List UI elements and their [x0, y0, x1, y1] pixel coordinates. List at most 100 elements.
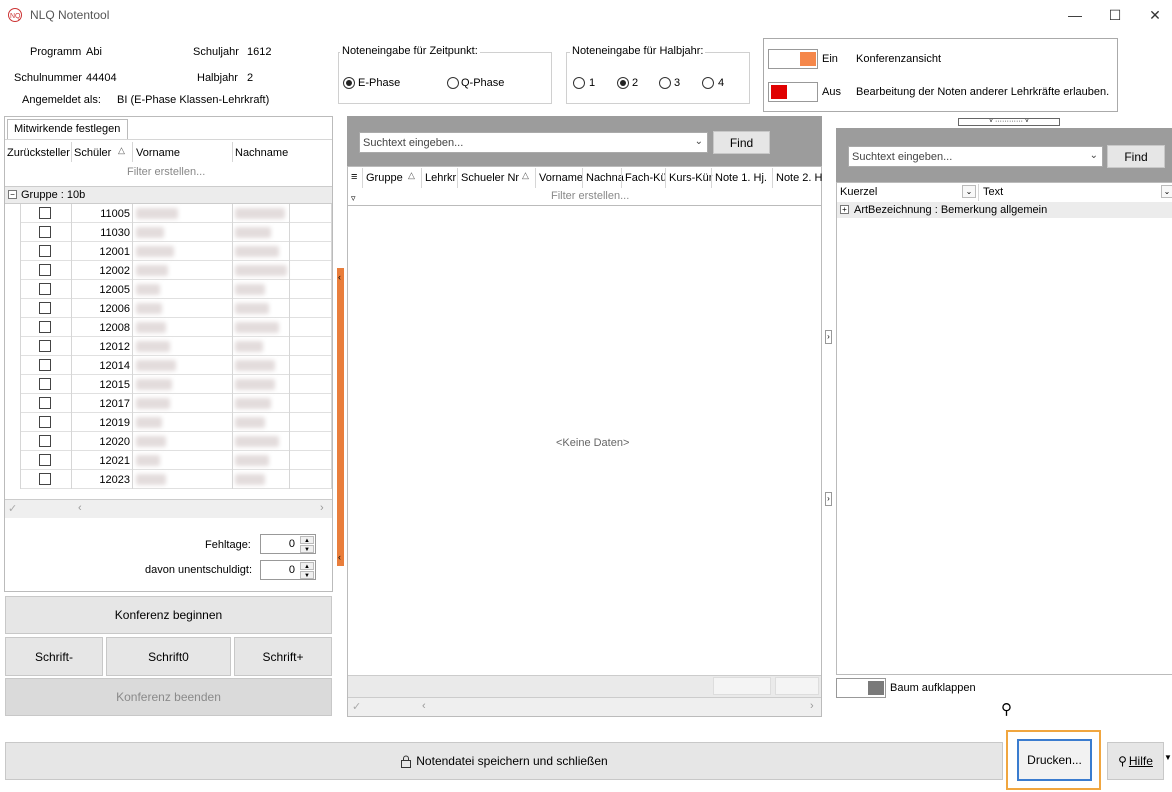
minimize-button[interactable]: — [1060, 4, 1090, 26]
table-row[interactable] [20, 280, 332, 299]
spin-up-icon[interactable]: ▲ [300, 536, 314, 544]
middle-scrollbar[interactable] [348, 697, 821, 716]
collapse-left-icon[interactable]: ‹ [338, 272, 341, 282]
expand-right-icon[interactable]: › [825, 330, 832, 344]
table-row[interactable] [20, 223, 332, 242]
radio-q-phase[interactable] [447, 77, 459, 89]
schrift-plus-button[interactable]: Schrift+ [234, 637, 332, 676]
column-chooser-icon[interactable]: ≡ [351, 171, 357, 183]
col-nachname[interactable]: Nachna [586, 172, 624, 184]
zuruecksteller-checkbox[interactable] [39, 226, 51, 238]
spin-down-icon[interactable]: ▼ [300, 571, 314, 579]
unentschuldigt-spinner[interactable]: 0 ▲ ▼ [260, 560, 316, 580]
radio-hj-2-label[interactable]: 2 [632, 77, 638, 89]
table-row[interactable] [20, 451, 332, 470]
scroll-right-icon[interactable]: › [810, 700, 814, 712]
table-row[interactable] [20, 432, 332, 451]
konferenz-toggle[interactable] [768, 49, 818, 69]
help-icon[interactable]: ⚲ [1001, 700, 1012, 718]
table-row[interactable] [20, 356, 332, 375]
table-row[interactable] [20, 413, 332, 432]
zuruecksteller-checkbox[interactable] [39, 416, 51, 428]
radio-hj-4-label[interactable]: 4 [718, 77, 724, 89]
radio-e-phase[interactable] [343, 77, 355, 89]
table-row[interactable] [20, 299, 332, 318]
scroll-right-icon[interactable]: › [320, 502, 324, 514]
left-scrollbar[interactable] [5, 499, 332, 518]
schrift-minus-button[interactable]: Schrift- [5, 637, 103, 676]
zuruecksteller-checkbox[interactable] [39, 454, 51, 466]
col-vorname[interactable]: Vorname [136, 147, 180, 159]
collapse-icon[interactable]: − [8, 190, 17, 199]
filter-icon[interactable]: ▿ [351, 193, 356, 204]
col-note-2-hj[interactable]: Note 2. H [776, 172, 822, 184]
chevron-down-icon[interactable]: ⌄ [695, 136, 703, 147]
table-row[interactable] [20, 337, 332, 356]
zuruecksteller-checkbox[interactable] [39, 245, 51, 257]
collapse-left-icon[interactable]: ‹ [338, 552, 341, 562]
col-schueler-nr[interactable]: Schueler Nr [461, 172, 519, 184]
zuruecksteller-checkbox[interactable] [39, 397, 51, 409]
middle-filter-row[interactable]: Filter erstellen... [551, 190, 629, 202]
radio-e-phase-label[interactable]: E-Phase [358, 77, 400, 89]
scroll-left-icon[interactable]: ‹ [422, 700, 426, 712]
col-kuerzel[interactable]: Kuerzel [840, 186, 877, 198]
konferenz-beginnen-button[interactable]: Konferenz beginnen [5, 596, 332, 634]
col-note-1-hj[interactable]: Note 1. Hj. [715, 172, 767, 184]
drucken-button[interactable]: Drucken... [1017, 739, 1092, 781]
radio-hj-4[interactable] [702, 77, 714, 89]
middle-search-input[interactable]: Suchtext eingeben... ⌄ [359, 132, 708, 153]
zuruecksteller-checkbox[interactable] [39, 435, 51, 447]
spin-down-icon[interactable]: ▼ [300, 545, 314, 553]
col-fach-kuerzel[interactable]: Fach-Kü [625, 172, 667, 184]
right-search-input[interactable]: Suchtext eingeben... ⌄ [848, 146, 1103, 167]
col-gruppe[interactable]: Gruppe [366, 172, 403, 184]
col-zuruecksteller[interactable]: Zurücksteller [7, 147, 70, 159]
scroll-left-icon[interactable]: ‹ [78, 502, 82, 514]
speichern-button[interactable]: Notendatei speichern und schließen [5, 742, 1003, 780]
table-row[interactable] [20, 470, 332, 489]
col-vorname[interactable]: Vorname [539, 172, 583, 184]
expand-right-icon[interactable]: › [825, 492, 832, 506]
zuruecksteller-checkbox[interactable] [39, 321, 51, 333]
right-find-button[interactable]: Find [1107, 145, 1165, 168]
table-row[interactable] [20, 318, 332, 337]
table-row[interactable] [20, 242, 332, 261]
radio-hj-1-label[interactable]: 1 [589, 77, 595, 89]
radio-hj-3[interactable] [659, 77, 671, 89]
hilfe-button[interactable]: ⚲ Hilfe [1107, 742, 1164, 780]
table-row[interactable] [20, 375, 332, 394]
baum-toggle[interactable] [836, 678, 886, 698]
zuruecksteller-checkbox[interactable] [39, 264, 51, 276]
spin-up-icon[interactable]: ▲ [300, 562, 314, 570]
radio-q-phase-label[interactable]: Q-Phase [461, 77, 504, 89]
fehltage-spinner[interactable]: 0 ▲ ▼ [260, 534, 316, 554]
schrift-zero-button[interactable]: Schrift0 [106, 637, 231, 676]
close-button[interactable]: ✕ [1140, 4, 1170, 26]
middle-find-button[interactable]: Find [713, 131, 770, 154]
expand-icon[interactable]: + [840, 205, 849, 214]
konferenz-beenden-button[interactable]: Konferenz beenden [5, 678, 332, 716]
maximize-button[interactable]: ☐ [1100, 4, 1130, 26]
zuruecksteller-checkbox[interactable] [39, 359, 51, 371]
col-nachname[interactable]: Nachname [235, 147, 288, 159]
col-lehrkr[interactable]: Lehrkr [425, 172, 456, 184]
chevron-down-icon[interactable]: ⌄ [1090, 150, 1098, 161]
left-splitter[interactable] [337, 268, 344, 566]
fehltage-value[interactable]: 0 [289, 538, 295, 550]
radio-hj-1[interactable] [573, 77, 585, 89]
zuruecksteller-checkbox[interactable] [39, 378, 51, 390]
collapse-top-icon[interactable]: ˅ ············ ˅ [958, 118, 1060, 126]
zuruecksteller-checkbox[interactable] [39, 473, 51, 485]
col-schueler[interactable]: Schüler [74, 147, 111, 159]
kuerzel-filter-icon[interactable]: ⌄ [962, 185, 976, 198]
col-kurs-kuerzel[interactable]: Kurs-Kür [669, 172, 712, 184]
dropdown-arrow-icon[interactable]: ▼ [1164, 753, 1172, 762]
tab-mitwirkende[interactable]: Mitwirkende festlegen [7, 119, 128, 139]
left-filter-row[interactable]: Filter erstellen... [127, 166, 205, 178]
table-row[interactable] [20, 394, 332, 413]
zuruecksteller-checkbox[interactable] [39, 340, 51, 352]
zuruecksteller-checkbox[interactable] [39, 302, 51, 314]
radio-hj-2[interactable] [617, 77, 629, 89]
zuruecksteller-checkbox[interactable] [39, 207, 51, 219]
